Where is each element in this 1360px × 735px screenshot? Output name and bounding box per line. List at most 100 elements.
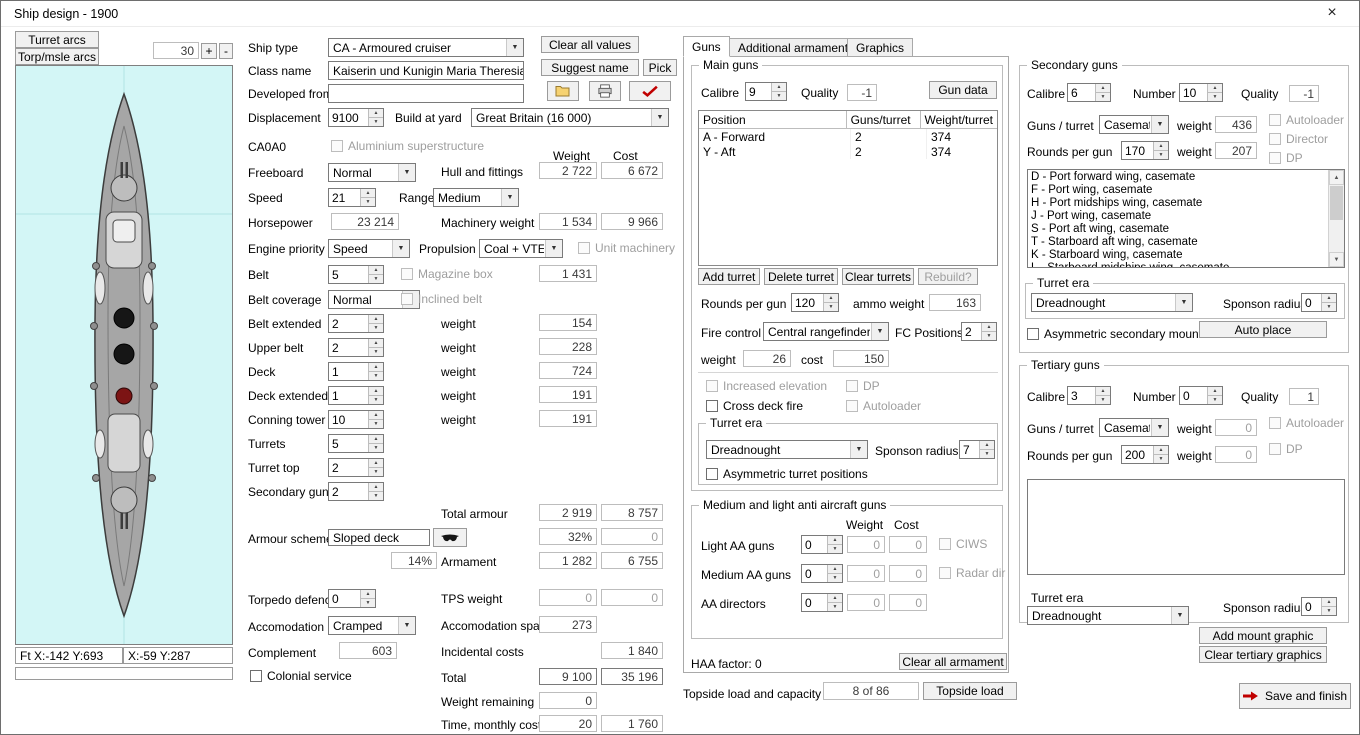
spin-down-icon[interactable]: ▼ (827, 545, 842, 553)
secondary-positions-list[interactable]: D - Port forward wing, casemate F - Port … (1027, 169, 1345, 268)
suggest-name-button[interactable]: Suggest name (541, 59, 639, 76)
list-item[interactable]: K - Starboard wing, casemate (1028, 249, 1328, 262)
spin-up-icon[interactable]: ▲ (1095, 84, 1110, 93)
armour-scheme-input[interactable]: Sloped deck (328, 529, 430, 546)
topside-load-button[interactable]: Topside load (923, 682, 1017, 700)
tertiary-number-spinner[interactable]: 0 ▲ ▼ (1179, 386, 1223, 405)
spin-up-icon[interactable]: ▲ (1207, 387, 1222, 396)
asymmetric-secondary-mounts-checkbox[interactable]: Asymmetric secondary mounts (1027, 327, 1208, 341)
turret-top-spinner[interactable]: 2 ▲ ▼ (328, 458, 384, 477)
auto-place-button[interactable]: Auto place (1199, 321, 1327, 338)
class-name-input[interactable]: Kaiserin und Kunigin Maria Theresia (328, 61, 524, 80)
chevron-down-icon[interactable]: ▼ (1175, 294, 1192, 311)
spin-down-icon[interactable]: ▼ (1321, 607, 1336, 615)
list-item[interactable]: J - Port wing, casemate (1028, 210, 1328, 223)
scrollbar[interactable]: ▲ ▼ (1328, 170, 1344, 267)
spin-down-icon[interactable]: ▼ (1207, 93, 1222, 101)
list-item[interactable]: H - Port midships wing, casemate (1028, 197, 1328, 210)
accomodation-select[interactable]: Cramped ▼ (328, 616, 416, 635)
spin-down-icon[interactable]: ▼ (368, 444, 383, 452)
delete-turret-button[interactable]: Delete turret (764, 268, 838, 285)
spin-up-icon[interactable]: ▲ (368, 109, 383, 118)
spin-up-icon[interactable]: ▲ (1321, 598, 1336, 607)
conning-tower-spinner[interactable]: 10 ▲ ▼ (328, 410, 384, 429)
list-item[interactable]: L - Starboard midships wing, casemate (1028, 262, 1328, 267)
col-guns-per-turret[interactable]: Guns/turret (847, 111, 921, 128)
ship-design-canvas[interactable] (15, 65, 233, 645)
chevron-down-icon[interactable]: ▼ (398, 617, 415, 634)
chevron-down-icon[interactable]: ▼ (501, 189, 518, 206)
spin-up-icon[interactable]: ▲ (827, 594, 842, 603)
chevron-down-icon[interactable]: ▼ (545, 240, 562, 257)
spin-up-icon[interactable]: ▲ (1153, 142, 1168, 151)
list-item[interactable]: F - Port wing, casemate (1028, 184, 1328, 197)
secondary-turret-era-select[interactable]: Dreadnought ▼ (1031, 293, 1193, 312)
spin-up-icon[interactable]: ▲ (368, 266, 383, 275)
spin-down-icon[interactable]: ▼ (1321, 303, 1336, 311)
displacement-spinner[interactable]: 9100 ▲ ▼ (328, 108, 384, 127)
range-select[interactable]: Medium ▼ (433, 188, 519, 207)
spin-down-icon[interactable]: ▼ (827, 603, 842, 611)
clear-all-armament-button[interactable]: Clear all armament (899, 653, 1007, 670)
tab-additional-armament[interactable]: Additional armament (729, 38, 858, 57)
spin-down-icon[interactable]: ▼ (1095, 93, 1110, 101)
spin-down-icon[interactable]: ▼ (360, 599, 375, 607)
spin-down-icon[interactable]: ▼ (368, 275, 383, 283)
scroll-down-icon[interactable]: ▼ (1329, 252, 1344, 267)
list-item[interactable]: S - Port aft wing, casemate (1028, 223, 1328, 236)
main-sponson-radius-spinner[interactable]: 7 ▲ ▼ (959, 440, 995, 459)
spin-down-icon[interactable]: ▼ (368, 492, 383, 500)
main-guns-table[interactable]: Position Guns/turret Weight/turret A - F… (698, 110, 998, 266)
turrets-spinner[interactable]: 5 ▲ ▼ (328, 434, 384, 453)
light-aa-spinner[interactable]: 0 ▲ ▼ (801, 535, 843, 554)
main-calibre-spinner[interactable]: 9 ▲ ▼ (745, 82, 787, 101)
spin-down-icon[interactable]: ▼ (368, 420, 383, 428)
belt-extended-spinner[interactable]: 2 ▲ ▼ (328, 314, 384, 333)
engine-priority-select[interactable]: Speed ▼ (328, 239, 410, 258)
list-item[interactable]: D - Port forward wing, casemate (1028, 171, 1328, 184)
table-row[interactable]: Y - Aft 2 374 (699, 144, 997, 159)
secondary-guns-turret-select[interactable]: Casemat ▼ (1099, 115, 1169, 134)
spin-down-icon[interactable]: ▼ (827, 574, 842, 582)
tertiary-calibre-spinner[interactable]: 3 ▲ ▼ (1067, 386, 1111, 405)
arc-minus-button[interactable]: - (219, 43, 233, 59)
turret-arcs-button[interactable]: Turret arcs (15, 31, 99, 48)
clear-turrets-button[interactable]: Clear turrets (842, 268, 914, 285)
col-weight-per-turret[interactable]: Weight/turret (921, 111, 997, 128)
tertiary-sponson-radius-spinner[interactable]: 0 ▲ ▼ (1301, 597, 1337, 616)
freeboard-select[interactable]: Normal ▼ (328, 163, 416, 182)
tertiary-rounds-spinner[interactable]: 200 ▲ ▼ (1121, 445, 1169, 464)
spin-up-icon[interactable]: ▲ (368, 411, 383, 420)
save-and-finish-button[interactable]: Save and finish (1239, 683, 1351, 709)
spin-down-icon[interactable]: ▼ (360, 198, 375, 206)
chevron-down-icon[interactable]: ▼ (392, 240, 409, 257)
spin-up-icon[interactable]: ▲ (360, 590, 375, 599)
tab-guns[interactable]: Guns (683, 36, 730, 57)
scroll-up-icon[interactable]: ▲ (1329, 170, 1344, 185)
spin-down-icon[interactable]: ▼ (823, 303, 838, 311)
spin-down-icon[interactable]: ▼ (979, 450, 994, 458)
torp-msle-arcs-button[interactable]: Torp/msle arcs (15, 48, 99, 65)
secondary-rounds-spinner[interactable]: 170 ▲ ▼ (1121, 141, 1169, 160)
main-rounds-per-gun-spinner[interactable]: 120 ▲ ▼ (791, 293, 839, 312)
speed-spinner[interactable]: 21 ▲ ▼ (328, 188, 376, 207)
spin-down-icon[interactable]: ▼ (771, 92, 786, 100)
spin-down-icon[interactable]: ▼ (368, 468, 383, 476)
spin-up-icon[interactable]: ▲ (771, 83, 786, 92)
spin-up-icon[interactable]: ▲ (368, 387, 383, 396)
upper-belt-spinner[interactable]: 2 ▲ ▼ (328, 338, 384, 357)
tertiary-turret-era-select[interactable]: Dreadnought ▼ (1027, 606, 1189, 625)
deck-extended-spinner[interactable]: 1 ▲ ▼ (328, 386, 384, 405)
col-position[interactable]: Position (699, 111, 847, 128)
spin-up-icon[interactable]: ▲ (823, 294, 838, 303)
spin-down-icon[interactable]: ▼ (368, 372, 383, 380)
validate-design-button[interactable] (629, 81, 671, 101)
spin-up-icon[interactable]: ▲ (979, 441, 994, 450)
asymmetric-turret-positions-checkbox[interactable]: Asymmetric turret positions (706, 467, 868, 481)
spin-down-icon[interactable]: ▼ (368, 396, 383, 404)
spin-down-icon[interactable]: ▼ (1095, 396, 1110, 404)
medium-aa-spinner[interactable]: 0 ▲ ▼ (801, 564, 843, 583)
torpedo-defence-spinner[interactable]: 0 ▲ ▼ (328, 589, 376, 608)
chevron-down-icon[interactable]: ▼ (398, 164, 415, 181)
spin-down-icon[interactable]: ▼ (1207, 396, 1222, 404)
